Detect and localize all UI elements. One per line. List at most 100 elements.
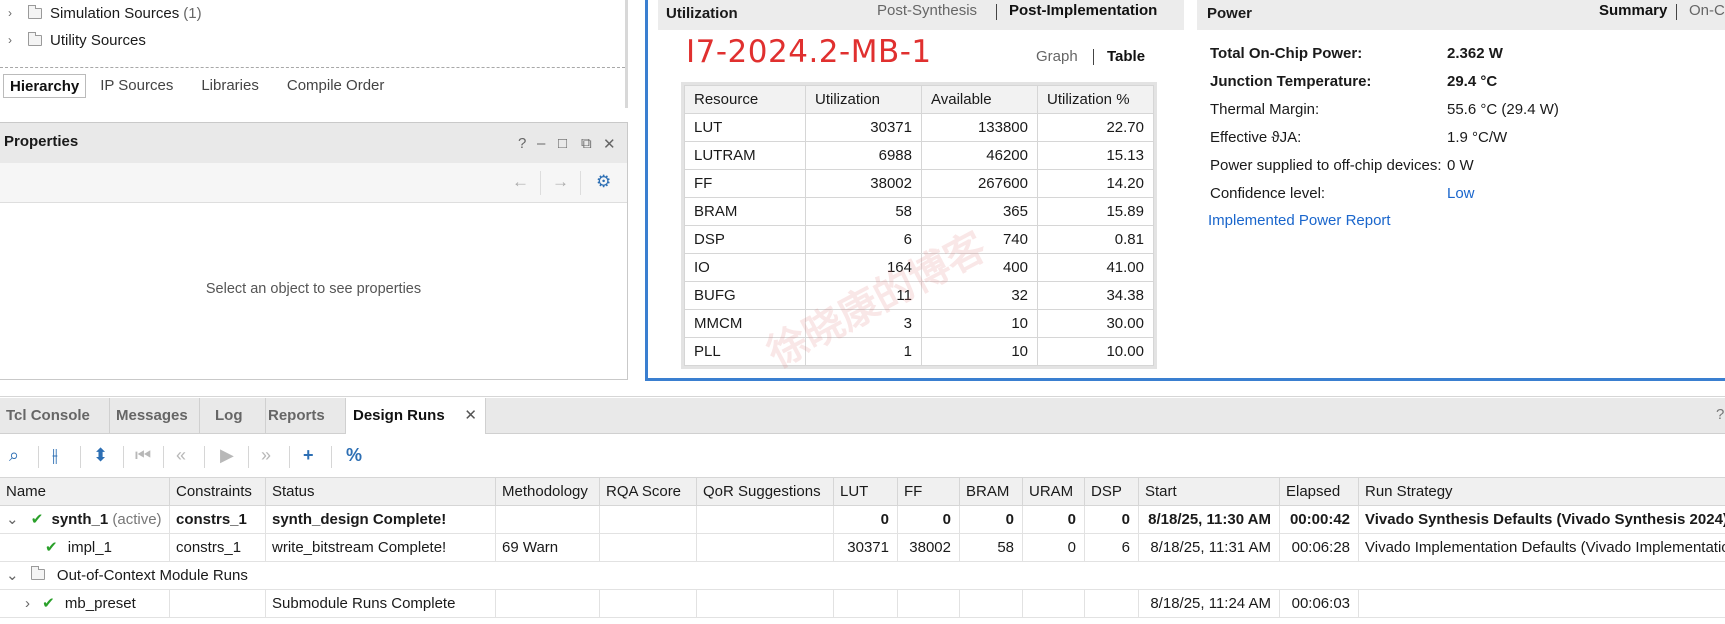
tab-log[interactable]: Log [208, 398, 266, 434]
tab-summary[interactable]: Summary [1599, 2, 1667, 19]
methodology-cell [496, 506, 600, 533]
run-icon[interactable]: ▶ [220, 445, 234, 466]
available-cell: 267600 [921, 169, 1038, 198]
uram-cell: 0 [1023, 506, 1085, 533]
tab-libraries[interactable]: Libraries [187, 74, 273, 98]
next-icon[interactable]: » [261, 445, 271, 466]
methodology-cell[interactable]: 69 Warn [496, 534, 600, 561]
tab-messages[interactable]: Messages [110, 398, 200, 434]
column-header[interactable]: Run Strategy [1359, 478, 1725, 505]
chevron-right-icon[interactable]: › [25, 595, 30, 612]
ff-cell [898, 590, 960, 617]
first-icon[interactable]: ⏮ [135, 445, 151, 466]
bram-cell: 0 [960, 506, 1023, 533]
dsp-cell: 6 [1085, 534, 1139, 561]
divider [996, 4, 997, 20]
divider [38, 446, 39, 468]
help-icon[interactable]: ? [1716, 406, 1724, 423]
chevron-down-icon[interactable]: ⌄ [6, 511, 19, 528]
column-header[interactable]: Available [921, 85, 1038, 114]
percent-icon[interactable]: % [346, 445, 362, 466]
table-row: BRAM 58 365 15.89 [684, 197, 1154, 226]
column-header[interactable]: QoR Suggestions [697, 478, 834, 505]
column-header[interactable]: Status [266, 478, 496, 505]
chevron-right-icon[interactable]: › [8, 6, 22, 20]
column-header[interactable]: Utilization % [1037, 85, 1154, 114]
table-row-synth[interactable]: ⌄ ✔ synth_1 (active) constrs_1 synth_des… [0, 506, 1725, 534]
gear-icon[interactable]: ⚙ [596, 172, 611, 192]
view-graph-link[interactable]: Graph [1036, 48, 1078, 65]
tab-ip-sources[interactable]: IP Sources [86, 74, 187, 98]
forward-icon[interactable]: → [552, 172, 569, 192]
run-name: mb_preset [64, 595, 136, 612]
minimize-icon[interactable]: – [537, 135, 545, 152]
tab-compile-order[interactable]: Compile Order [273, 74, 399, 98]
tab-hierarchy[interactable]: Hierarchy [3, 74, 87, 98]
close-icon[interactable]: ✕ [603, 135, 616, 153]
elapsed-cell: 00:06:03 [1280, 590, 1359, 617]
table-row-impl[interactable]: ✔ impl_1 constrs_1 write_bitstream Compl… [0, 534, 1725, 562]
table-header-row: Resource Utilization Available Utilizati… [684, 85, 1154, 114]
view-table-link[interactable]: Table [1107, 48, 1145, 65]
tree-item-utility-sources[interactable]: › Utility Sources [0, 27, 146, 53]
collapse-all-icon[interactable]: ⫲ [52, 445, 58, 466]
panel-splitter[interactable] [625, 0, 628, 108]
available-cell: 46200 [921, 141, 1038, 170]
back-icon[interactable]: ← [512, 172, 529, 192]
column-header[interactable]: URAM [1023, 478, 1085, 505]
previous-icon[interactable]: « [176, 445, 186, 466]
chevron-right-icon[interactable]: › [8, 33, 22, 47]
table-row: FF 38002 267600 14.20 [684, 169, 1154, 198]
table-row-ooc-group[interactable]: ⌄ Out-of-Context Module Runs [0, 562, 1725, 590]
tab-post-synthesis[interactable]: Post-Synthesis [877, 2, 977, 19]
dsp-cell: 0 [1085, 506, 1139, 533]
constraints-cell [170, 590, 266, 617]
column-header[interactable]: Resource [684, 85, 806, 114]
chevron-down-icon[interactable]: ⌄ [6, 567, 19, 584]
splitter[interactable] [0, 381, 1725, 397]
percent-cell: 34.38 [1037, 281, 1154, 310]
column-header[interactable]: RQA Score [600, 478, 697, 505]
column-header[interactable]: Utilization [805, 85, 922, 114]
maximize-icon[interactable]: □ [558, 135, 567, 152]
tab-reports[interactable]: Reports [262, 398, 346, 434]
utilization-cell: 3 [805, 309, 922, 338]
resource-cell: BRAM [684, 197, 806, 226]
column-header[interactable]: Constraints [170, 478, 266, 505]
tab-post-implementation[interactable]: Post-Implementation [1009, 2, 1157, 19]
add-run-icon[interactable]: + [303, 445, 314, 466]
column-header[interactable]: Methodology [496, 478, 600, 505]
tree-item-label: Simulation Sources [50, 4, 180, 22]
percent-cell: 10.00 [1037, 337, 1154, 366]
divider [204, 446, 205, 468]
properties-toolbar: ← → ⚙ [0, 163, 627, 203]
table-row-mb-preset[interactable]: › ✔ mb_preset Submodule Runs Complete 8/… [0, 590, 1725, 618]
divider [1093, 49, 1094, 65]
help-icon[interactable]: ? [518, 135, 526, 152]
column-header[interactable]: FF [898, 478, 960, 505]
tab-tcl-console[interactable]: Tcl Console [0, 398, 110, 434]
tab-on-chip[interactable]: On-C [1689, 2, 1725, 19]
column-header[interactable]: Elapsed [1280, 478, 1359, 505]
percent-cell: 41.00 [1037, 253, 1154, 282]
status-cell: write_bitstream Complete! [266, 534, 496, 561]
column-header[interactable]: Start [1139, 478, 1280, 505]
expand-all-icon[interactable]: ⬍ [93, 445, 108, 466]
confidence-link[interactable]: Low [1447, 185, 1475, 202]
search-icon[interactable]: ⌕ [9, 445, 19, 466]
tab-design-runs[interactable]: Design Runs ✕ [346, 398, 486, 434]
column-header[interactable]: DSP [1085, 478, 1139, 505]
power-report-link[interactable]: Implemented Power Report [1208, 212, 1391, 229]
power-value: 29.4 °C [1447, 73, 1498, 90]
column-header[interactable]: LUT [834, 478, 898, 505]
percent-cell: 22.70 [1037, 113, 1154, 142]
run-name-cell: ✔ impl_1 [0, 534, 170, 561]
column-header[interactable]: BRAM [960, 478, 1023, 505]
percent-cell: 15.89 [1037, 197, 1154, 226]
column-header[interactable]: Name [0, 478, 170, 505]
close-icon[interactable]: ✕ [464, 398, 477, 434]
float-icon[interactable]: ⧉ [581, 135, 592, 152]
start-cell: 8/18/25, 11:31 AM [1139, 534, 1280, 561]
tree-item-simulation-sources[interactable]: › Simulation Sources (1) [0, 0, 202, 26]
dsp-cell [1085, 590, 1139, 617]
